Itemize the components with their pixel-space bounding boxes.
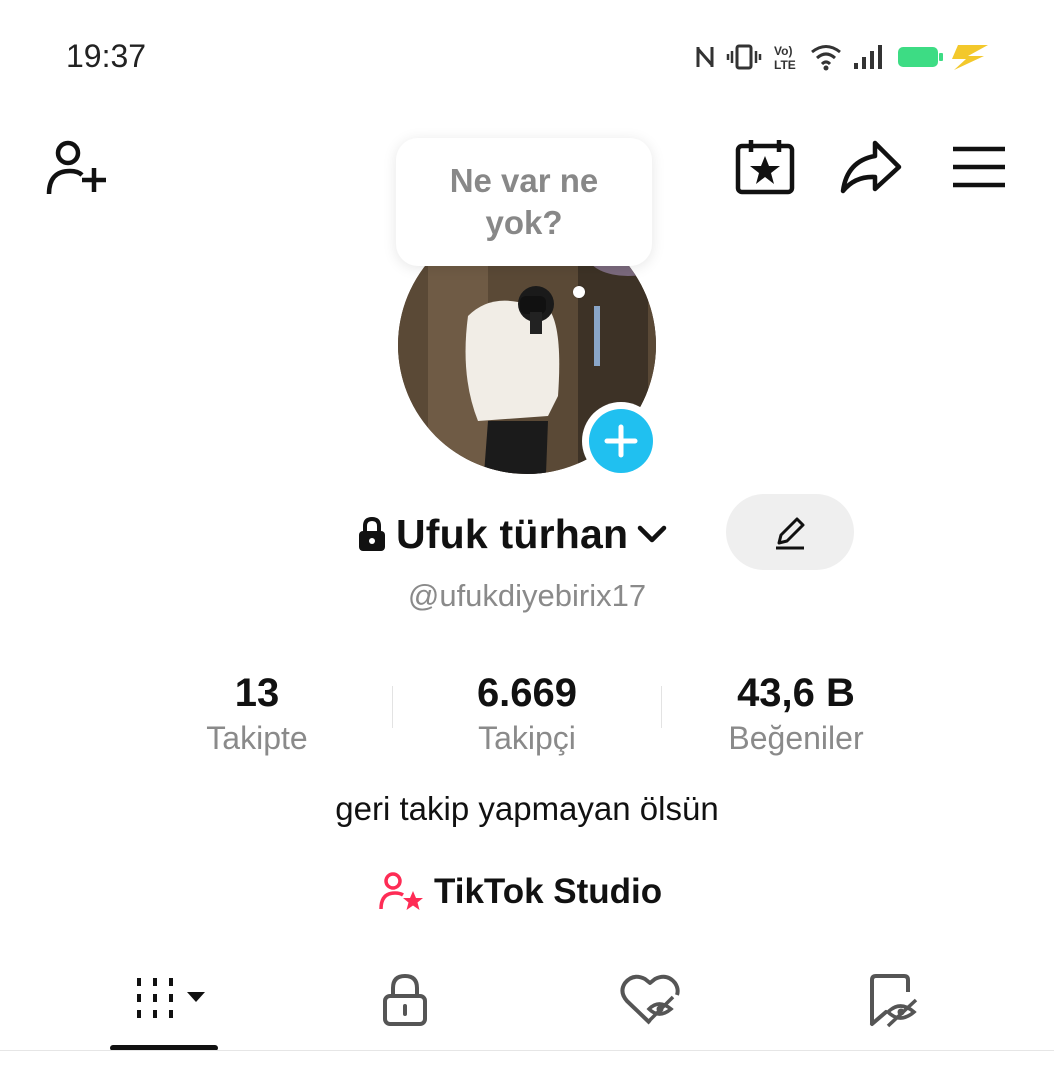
favorites-hidden-icon xyxy=(870,974,918,1028)
stat-following-value: 13 xyxy=(234,671,280,715)
add-friend-icon xyxy=(46,140,106,195)
menu-icon xyxy=(953,146,1005,188)
stat-likes[interactable]: 43,6 B Beğeniler xyxy=(676,668,916,758)
stat-followers[interactable]: 6.669 Takipçi xyxy=(407,668,647,758)
status-icons: Vo) LTE xyxy=(694,40,992,74)
stat-followers-value: 6.669 xyxy=(476,671,578,715)
add-avatar-button[interactable] xyxy=(582,402,660,480)
chevron-down-icon xyxy=(638,525,667,543)
studio-user-star-icon xyxy=(379,872,423,910)
tabs-divider xyxy=(0,1050,1054,1051)
profile-name-row[interactable]: Ufuk türhan xyxy=(356,508,668,560)
profile-bio: geri takip yapmayan ölsün xyxy=(335,790,719,827)
battery-charging-icon xyxy=(898,45,988,70)
lock-icon xyxy=(359,516,385,551)
tab-favorites[interactable] xyxy=(832,960,952,1040)
bubble-dot xyxy=(573,286,585,298)
menu-button[interactable] xyxy=(946,136,1012,198)
status-time: 19:37 xyxy=(66,38,147,74)
profile-handle: @ufukdiyebirix17 xyxy=(407,578,647,613)
edit-profile-button[interactable] xyxy=(726,494,854,570)
wifi-icon xyxy=(811,45,841,71)
plus-icon xyxy=(604,424,638,458)
calendar-star-icon xyxy=(735,140,795,195)
studio-label: TikTok Studio xyxy=(434,872,663,911)
pencil-icon xyxy=(776,517,805,550)
profile-name: Ufuk türhan xyxy=(396,510,629,557)
svg-text:Vo): Vo) xyxy=(774,44,792,58)
stat-followers-label: Takipçi xyxy=(478,720,576,756)
stat-following[interactable]: 13 Takipte xyxy=(137,668,377,758)
calendar-button[interactable] xyxy=(732,136,798,198)
nfc-icon xyxy=(696,47,714,67)
lock-icon xyxy=(383,973,427,1026)
stat-divider xyxy=(661,686,662,728)
add-friend-button[interactable] xyxy=(42,136,112,202)
plus-badge xyxy=(589,409,653,473)
stat-likes-label: Beğeniler xyxy=(728,720,864,756)
stat-following-label: Takipte xyxy=(206,720,308,756)
svg-text:LTE: LTE xyxy=(774,58,796,72)
stat-likes-value: 43,6 B xyxy=(737,671,855,715)
tab-liked[interactable] xyxy=(590,960,710,1040)
signal-icon xyxy=(854,45,882,69)
volte-icon: Vo)LTE xyxy=(774,44,796,72)
liked-hidden-icon xyxy=(620,974,680,1025)
tab-videos[interactable] xyxy=(116,960,236,1040)
tiktok-studio-link[interactable]: TikTok Studio xyxy=(378,866,662,918)
share-icon xyxy=(840,140,902,194)
vibrate-icon xyxy=(726,44,762,70)
status-bubble[interactable]: Ne var ne yok? xyxy=(396,138,652,266)
tab-private[interactable] xyxy=(345,960,465,1040)
share-button[interactable] xyxy=(836,136,906,198)
videos-grid-icon xyxy=(137,978,205,1018)
stat-divider xyxy=(392,686,393,728)
